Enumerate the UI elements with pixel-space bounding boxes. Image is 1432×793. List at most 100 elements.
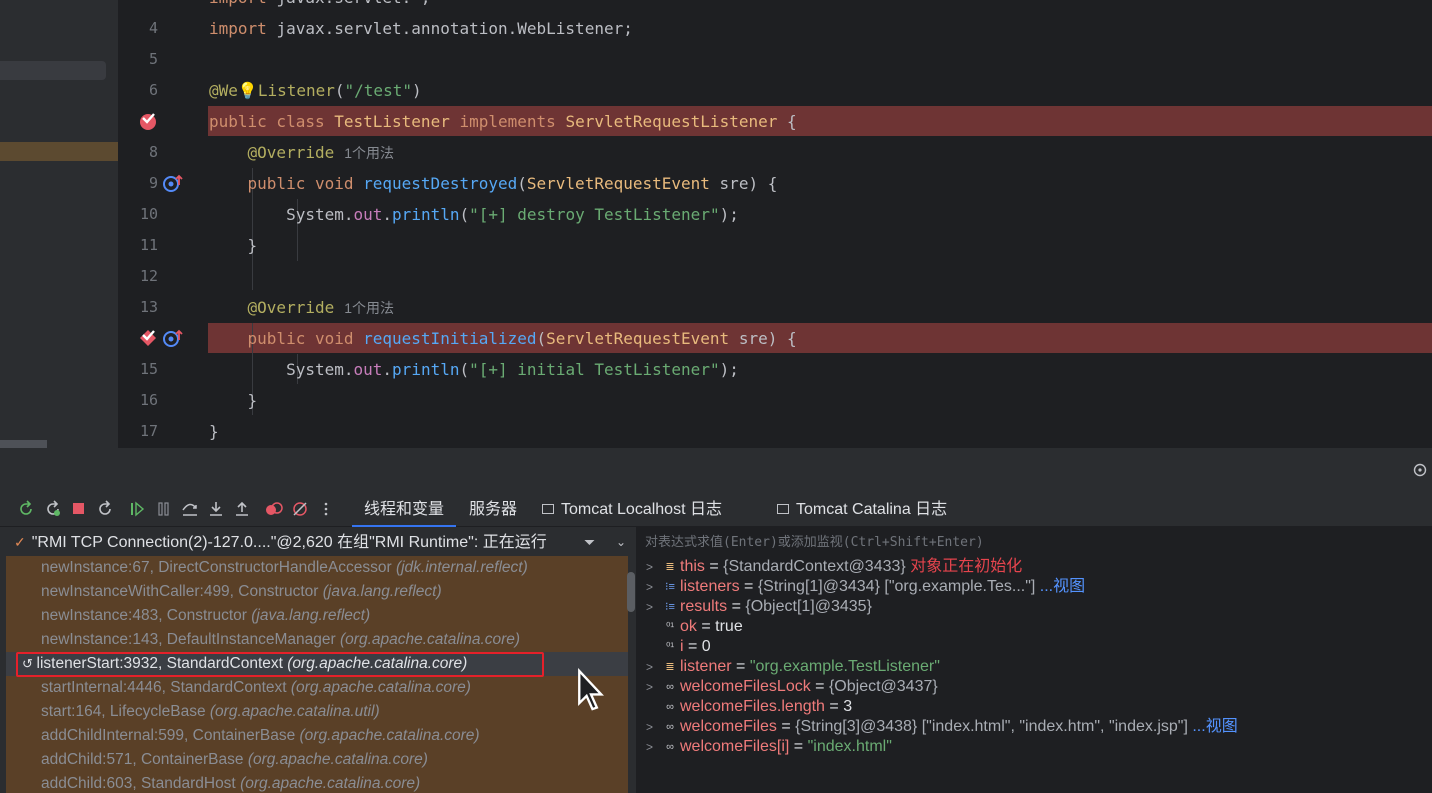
expand-arrow-icon[interactable]: > (646, 577, 660, 597)
stack-frame[interactable]: newInstance:143, DefaultInstanceManager … (41, 628, 520, 652)
tab-servers[interactable]: 服务器 (469, 492, 517, 527)
tab-tomcat-catalina-log[interactable]: Tomcat Catalina 日志 (777, 492, 947, 527)
breakpoint-method-icon[interactable] (138, 328, 158, 348)
frame-method: addChild:603, StandardHost (41, 775, 241, 792)
frame-package: (jdk.internal.reflect) (395, 559, 528, 576)
step-into-icon[interactable] (207, 500, 225, 518)
implements-method-icon[interactable] (163, 328, 183, 348)
variable-row[interactable]: > ⁝≡ listeners = {String[1]@3434} ["org.ex… (646, 577, 1085, 597)
variable-row[interactable]: > ⁝≡ results = {Object[1]@3435} (646, 597, 872, 617)
bool-icon: ⁰¹ (665, 621, 675, 633)
field-icon: ≣ (665, 661, 675, 673)
view-breakpoints-icon[interactable] (265, 500, 283, 518)
frame-package: (org.apache.catalina.core) (247, 751, 428, 768)
step-out-icon[interactable] (233, 500, 251, 518)
variable-row[interactable]: > ∞ welcomeFiles[i] = "index.html" (646, 737, 892, 757)
step-over-icon[interactable] (181, 500, 199, 518)
stack-frame[interactable]: newInstance:483, Constructor (java.lang.… (41, 604, 370, 628)
line-number: 9 (148, 174, 158, 192)
variable-row[interactable]: > ∞ welcomeFiles = {String[3]@3438} ["inde… (646, 717, 1238, 737)
implements-method-icon[interactable] (163, 173, 183, 193)
evaluate-expression-input[interactable]: 对表达式求值(Enter)或添加监视(Ctrl+Shift+Enter) (645, 531, 984, 550)
variable-name: listener (680, 658, 732, 675)
pause-icon[interactable] (155, 500, 173, 518)
variable-row[interactable]: > ≣ listener = "org.example.TestListener" (646, 657, 940, 677)
line-number: 8 (148, 143, 158, 161)
line-number: 11 (139, 236, 158, 254)
frame-method: startInternal:4446, StandardContext (41, 679, 291, 696)
expand-arrow-icon[interactable]: > (646, 737, 660, 757)
rerun-icon[interactable] (17, 500, 35, 518)
line-number: 13 (139, 298, 158, 316)
variable-row[interactable]: ∞ welcomeFiles.length = 3 (646, 697, 852, 717)
variable-value: {Object@3437} (828, 678, 938, 695)
code-line: public void requestInitialized(ServletRe… (209, 329, 797, 348)
stack-frame[interactable]: newInstance:67, DirectConstructorHandleA… (41, 556, 528, 580)
frame-package: (java.lang.reflect) (251, 607, 371, 624)
thread-selector[interactable]: ✓ "RMI TCP Connection(2)-127.0...."@2,620… (6, 528, 636, 556)
frame-package: (org.apache.catalina.core) (299, 727, 480, 744)
stack-frame[interactable]: startInternal:4446, StandardContext (org… (41, 676, 471, 700)
frame-package: (org.apache.catalina.core) (290, 679, 471, 696)
rerun-failed-icon[interactable] (44, 500, 62, 518)
chevron-down-icon[interactable]: ⌄ (616, 528, 626, 556)
mute-breakpoints-icon[interactable] (291, 500, 309, 518)
stack-frame[interactable]: addChild:603, StandardHost (org.apache.c… (41, 772, 420, 793)
filter-icon[interactable]: ⏷ (584, 528, 595, 556)
stop-icon[interactable] (70, 500, 88, 518)
frame-method: addChild:571, ContainerBase (41, 751, 248, 768)
settings-icon[interactable] (1412, 462, 1428, 478)
code-line: @We💡Listener("/test") (209, 81, 422, 100)
variable-value: 0 (701, 638, 711, 655)
frame-method: newInstance:143, DefaultInstanceManager (41, 631, 340, 648)
variable-name: welcomeFiles[i] (680, 738, 790, 755)
expand-arrow-icon[interactable]: > (646, 557, 660, 577)
variable-value: "org.example.TestListener" (749, 658, 940, 675)
tab-threads-variables[interactable]: 线程和变量 (352, 492, 457, 527)
variable-row[interactable]: ⁰¹ ok = true (646, 617, 743, 637)
panel-separator (0, 448, 1432, 492)
console-icon (777, 504, 789, 514)
array-icon: ⁝≡ (665, 601, 675, 613)
console-icon (542, 504, 554, 514)
array-icon: ⁝≡ (665, 581, 675, 593)
stack-frame[interactable]: newInstanceWithCaller:499, Constructor (… (41, 580, 442, 604)
view-link[interactable]: ...视图 (1188, 718, 1237, 735)
line-number: 16 (139, 391, 158, 409)
resume-icon[interactable] (128, 500, 146, 518)
variable-note: 对象正在初始化 (905, 558, 1023, 575)
variable-row[interactable]: > ≣ this = {StandardContext@3433} 对象正在初始化 (646, 557, 1022, 577)
tab-tomcat-localhost-log[interactable]: Tomcat Localhost 日志 (542, 492, 722, 527)
variable-name: listeners (680, 578, 740, 595)
line-number: 17 (139, 422, 158, 440)
view-link[interactable]: ...视图 (1035, 578, 1085, 595)
stack-frame[interactable]: addChildInternal:599, ContainerBase (org… (41, 724, 480, 748)
code-line: @Override 1个用法 (209, 143, 395, 162)
expand-arrow-icon[interactable]: > (646, 717, 660, 737)
variable-value: {StandardContext@3433} (723, 558, 906, 575)
frame-method: start:164, LifecycleBase (41, 703, 210, 720)
stack-frame[interactable]: start:164, LifecycleBase (org.apache.cat… (41, 700, 380, 724)
code-line: @Override 1个用法 (209, 298, 395, 317)
more-options-icon[interactable] (317, 500, 335, 518)
variable-row[interactable]: ⁰¹ i = 0 (646, 637, 711, 657)
restore-icon[interactable] (96, 500, 114, 518)
expand-arrow-icon[interactable]: > (646, 597, 660, 617)
line-number: 15 (139, 360, 158, 378)
breakpoint-class-icon[interactable] (138, 111, 158, 131)
expand-arrow-icon[interactable]: > (646, 677, 660, 697)
horizontal-scrollbar[interactable] (0, 440, 47, 448)
code-line: } (209, 236, 258, 255)
code-line: import javax.servlet.*; (209, 0, 431, 13)
frame-method: newInstanceWithCaller:499, Constructor (41, 583, 323, 600)
field-icon: ≣ (665, 561, 675, 573)
line-number: 10 (139, 205, 158, 223)
frames-scrollbar[interactable] (627, 572, 635, 612)
watch-icon: ∞ (666, 681, 674, 693)
expand-arrow-icon[interactable]: > (646, 657, 660, 677)
watch-icon: ∞ (666, 721, 674, 733)
variable-value: 3 (843, 698, 853, 715)
variable-row[interactable]: > ∞ welcomeFilesLock = {Object@3437} (646, 677, 938, 697)
stack-frame[interactable]: addChild:571, ContainerBase (org.apache.… (41, 748, 428, 772)
line-number: 12 (139, 267, 158, 285)
